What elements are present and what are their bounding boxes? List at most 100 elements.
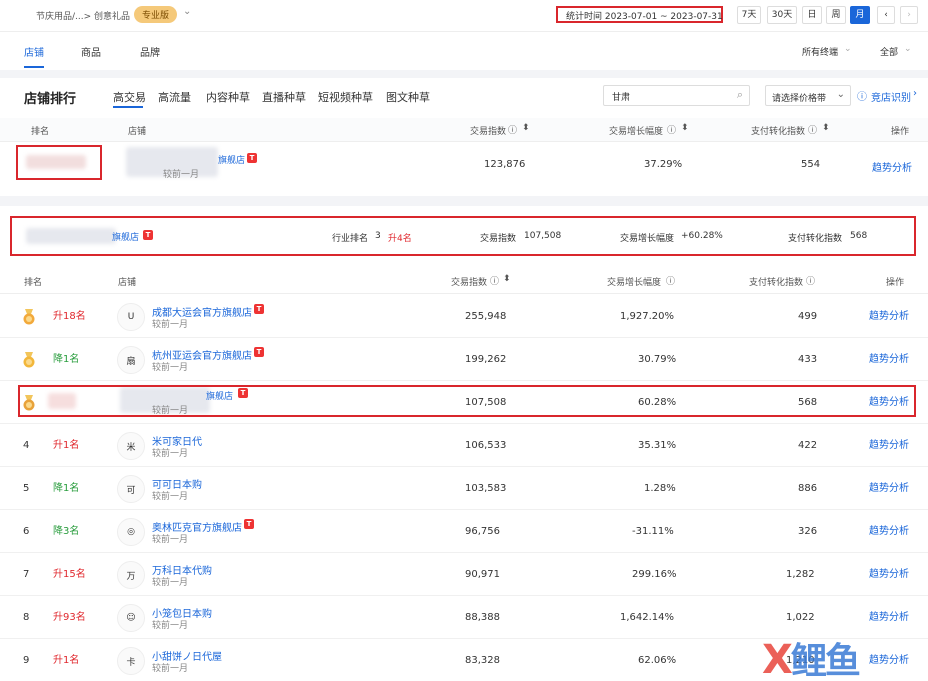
prev-arrow-icon[interactable]: ‹ — [877, 6, 895, 24]
table-row: 4 升1名 米 米可家日代 较前一月 106,533 35.31% 422 趋势… — [0, 424, 928, 467]
trade-value: 106,533 — [465, 440, 507, 451]
sort-icon[interactable]: ⬍ — [681, 123, 689, 133]
breadcrumb[interactable]: 节庆用品/...> 创意礼品 — [36, 9, 130, 22]
trend-link[interactable]: 趋势分析 — [869, 424, 909, 467]
col-trade[interactable]: 交易指数 — [451, 275, 487, 288]
period-day-button[interactable]: 日 — [802, 6, 822, 24]
conversion-value: 422 — [798, 440, 818, 451]
search-input[interactable]: 甘肃 ⌕ — [603, 85, 750, 106]
trend-link[interactable]: 趋势分析 — [869, 467, 909, 510]
table-header: 排名 店铺 交易指数 ⓘ ⬍ 交易增长幅度 ⓘ 支付转化指数 ⓘ 操作 — [0, 268, 928, 294]
industry-rank: 3 — [375, 231, 381, 241]
subtab-image-text[interactable]: 图文种草 — [386, 89, 430, 105]
trade-value: 103,583 — [465, 483, 507, 494]
chevron-down-icon: ⌄ — [904, 44, 912, 54]
shop-logo: ◎ — [117, 518, 145, 546]
period-week-button[interactable]: 周 — [826, 6, 846, 24]
rank-change: 降1名 — [53, 483, 80, 494]
col-shop: 店铺 — [118, 278, 137, 288]
identify-link[interactable]: 竞店识别 — [871, 89, 911, 104]
growth-value: 1.28% — [644, 483, 676, 494]
shop-logo: 扇 — [117, 346, 145, 374]
trade-value: 90,971 — [465, 569, 500, 580]
period-30d-button[interactable]: 30天 — [767, 6, 797, 24]
subtab-live[interactable]: 直播种草 — [262, 89, 306, 105]
period-7d-button[interactable]: 7天 — [737, 6, 761, 24]
rank-number: 6 — [23, 526, 30, 537]
compare-label: 较前一月 — [152, 449, 189, 459]
trend-link[interactable]: 趋势分析 — [872, 159, 912, 174]
conversion-value: 1,282 — [786, 569, 815, 580]
conversion-value: 433 — [798, 354, 818, 365]
tmall-icon: T — [244, 519, 254, 529]
tmall-icon: T — [143, 230, 153, 240]
period-month-button[interactable]: 月 — [850, 6, 870, 24]
growth-value: 35.31% — [638, 440, 677, 451]
col-growth[interactable]: 交易增长幅度 — [609, 124, 663, 137]
conversion-value: 326 — [798, 526, 818, 537]
table-row: 降1名 扇 杭州亚运会官方旗舰店 T 较前一月 199,262 30.79% 4… — [0, 338, 928, 381]
subtab-high-traffic[interactable]: 高流量 — [158, 89, 191, 105]
chevron-down-icon[interactable]: ⌄ — [183, 6, 191, 17]
scope-filter[interactable]: 全部 — [880, 45, 898, 58]
top-bar: 节庆用品/...> 创意礼品 专业版 ⌄ 统计时间 2023-07-01 ~ 2… — [0, 0, 928, 30]
conversion-label: 支付转化指数 — [788, 234, 843, 244]
compare-label: 较前一月 — [152, 363, 189, 373]
summary-shop-name[interactable]: 旗舰店 — [112, 230, 139, 243]
tab-brand[interactable]: 品牌 — [140, 44, 160, 59]
rank-number: 7 — [23, 569, 30, 580]
tab-product[interactable]: 商品 — [81, 44, 101, 59]
compare-label: 较前一月 — [152, 535, 189, 545]
growth-value: -31.11% — [632, 526, 674, 537]
chevron-down-icon: ⌄ — [836, 89, 845, 100]
rank-change: 升15名 — [53, 569, 86, 580]
subtab-content[interactable]: 内容种草 — [206, 89, 250, 105]
tab-shop[interactable]: 店铺 — [24, 44, 44, 59]
shop-logo: U — [117, 303, 145, 331]
medal-icon — [22, 309, 36, 325]
info-icon: ⓘ — [857, 92, 867, 103]
section-gap — [0, 196, 928, 206]
trend-link[interactable]: 趋势分析 — [869, 510, 909, 553]
tmall-icon: T — [254, 304, 264, 314]
subtab-high-trade[interactable]: 高交易 — [113, 89, 146, 105]
compare-label: 较前一月 — [152, 664, 189, 674]
help-icon: ⓘ — [667, 126, 677, 136]
tmall-icon: T — [247, 153, 257, 163]
trend-link[interactable]: 趋势分析 — [869, 338, 909, 381]
price-select[interactable]: 请选择价格带 ⌄ — [765, 85, 851, 106]
sort-icon[interactable]: ⬍ — [522, 123, 530, 133]
terminal-filter[interactable]: 所有终端 — [802, 45, 838, 58]
sort-icon[interactable]: ⬍ — [822, 123, 830, 133]
trend-link[interactable]: 趋势分析 — [869, 639, 909, 681]
rank-change: 降1名 — [53, 354, 80, 365]
growth-value: 1,927.20% — [620, 311, 675, 322]
col-conversion[interactable]: 支付转化指数 — [751, 124, 805, 137]
table-row: 6 降3名 ◎ 奥林匹克官方旗舰店 T 较前一月 96,756 -31.11% … — [0, 510, 928, 553]
next-arrow-icon[interactable]: › — [900, 6, 918, 24]
growth-value: 1,642.14% — [620, 612, 675, 623]
table-row: 7 升15名 万 万科日本代购 较前一月 90,971 299.16% 1,28… — [0, 553, 928, 596]
tmall-icon: T — [254, 347, 264, 357]
trend-link[interactable]: 趋势分析 — [869, 596, 909, 639]
trade-value: 83,328 — [465, 655, 500, 666]
search-icon[interactable]: ⌕ — [737, 88, 743, 102]
shop-name[interactable]: 旗舰店 — [218, 153, 245, 166]
trend-link[interactable]: 趋势分析 — [869, 295, 909, 338]
col-trade[interactable]: 交易指数 — [470, 124, 506, 137]
col-conversion[interactable]: 支付转化指数 — [749, 275, 803, 288]
date-range-box: 统计时间 2023-07-01 ~ 2023-07-31 — [556, 6, 723, 23]
help-icon: ⓘ — [806, 277, 816, 287]
help-icon: ⓘ — [666, 277, 676, 287]
sort-icon[interactable]: ⬍ — [503, 274, 511, 284]
industry-rank-label: 行业排名 — [332, 234, 369, 244]
conversion-value: 554 — [801, 159, 821, 170]
subtab-short-video[interactable]: 短视频种草 — [318, 89, 373, 105]
trade-label: 交易指数 — [480, 234, 517, 244]
col-growth[interactable]: 交易增长幅度 — [607, 275, 661, 288]
compare-label: 较前一月 — [163, 170, 200, 180]
trend-link[interactable]: 趋势分析 — [869, 553, 909, 596]
summary-card: 旗舰店 T 行业排名 3 升4名 交易指数 107,508 交易增长幅度 +60… — [10, 216, 916, 256]
compare-label: 较前一月 — [152, 320, 189, 330]
chevron-down-icon: ⌄ — [844, 44, 852, 54]
